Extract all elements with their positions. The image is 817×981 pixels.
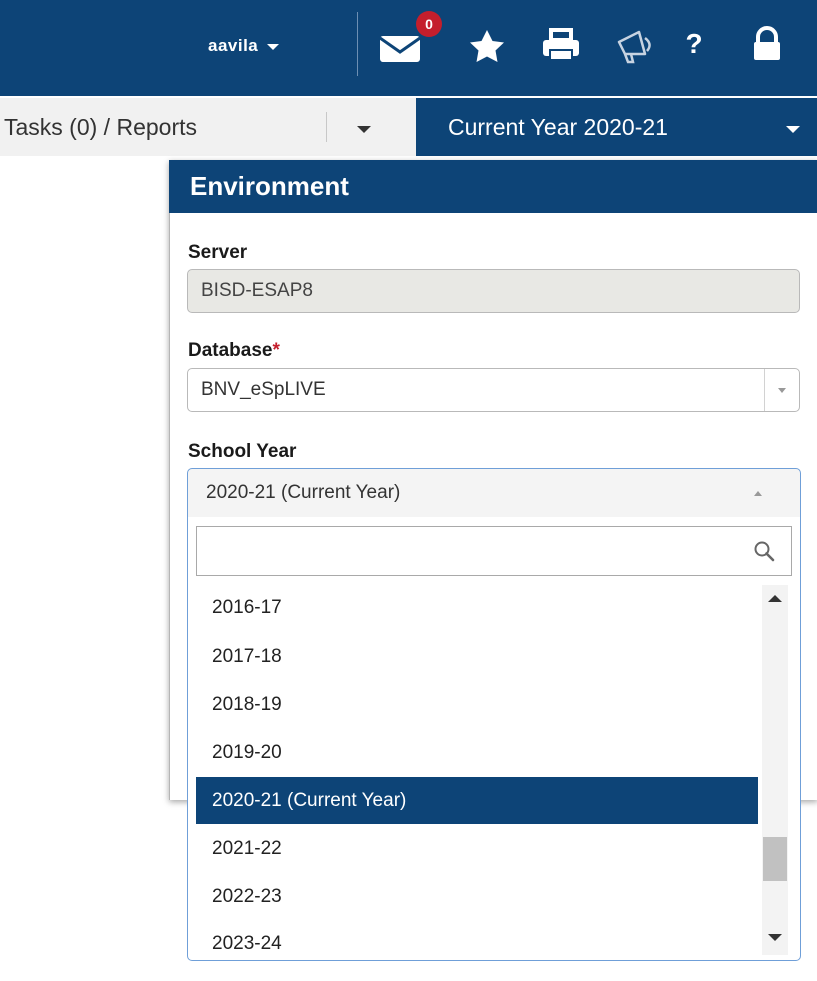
header-divider [357,12,358,76]
scroll-down-arrow-icon[interactable] [768,934,782,941]
current-year-label: Current Year 2020-21 [448,114,668,140]
dropdown-scrollbar[interactable] [762,585,788,955]
user-menu[interactable]: aavila [208,26,280,66]
toolbar-divider [326,112,327,142]
scroll-up-arrow-icon[interactable] [768,595,782,602]
school-year-value: 2020-21 (Current Year) [206,482,401,503]
chevron-up-icon [754,491,762,496]
help-icon[interactable]: ? [682,20,706,68]
server-label: Server [188,242,248,263]
server-value: BISD-ESAP8 [201,280,313,301]
chevron-down-icon [267,44,280,50]
list-item[interactable]: 2019-20 [196,729,758,776]
server-field: BISD-ESAP8 [187,269,800,313]
chevron-down-icon [778,388,786,393]
database-dropdown-arrow[interactable] [764,369,799,411]
scrollbar-thumb[interactable] [763,837,787,881]
list-item[interactable]: 2017-18 [196,633,758,680]
required-marker: * [272,340,280,361]
username-label: aavila [208,36,259,55]
current-year-button[interactable]: Current Year 2020-21 [416,98,817,156]
database-label: Database* [188,340,280,361]
list-item-selected[interactable]: 2020-21 (Current Year) [196,777,758,824]
list-item[interactable]: 2021-22 [196,825,758,872]
list-item[interactable]: 2016-17 [196,584,758,631]
database-value: BNV_eSpLIVE [201,379,326,400]
search-icon [754,541,775,562]
list-item[interactable]: 2018-19 [196,681,758,728]
school-year-label: School Year [188,441,297,462]
tasks-reports-link[interactable]: Tasks (0) / Reports [0,98,197,156]
megaphone-icon[interactable] [611,20,657,68]
tasks-dropdown-chevron-icon[interactable] [357,126,371,133]
database-select[interactable]: BNV_eSpLIVE [187,368,800,412]
list-item[interactable]: 2023-24 [196,920,758,967]
print-icon[interactable] [538,20,584,68]
star-icon[interactable] [464,20,510,68]
panel-title: Environment [169,160,817,213]
school-year-select[interactable]: 2020-21 (Current Year) [187,468,801,518]
chevron-down-icon [786,126,800,133]
lock-icon[interactable] [744,20,790,68]
school-year-search-input[interactable] [196,526,792,576]
mail-count-badge: 0 [416,11,442,37]
list-item[interactable]: 2022-23 [196,873,758,920]
